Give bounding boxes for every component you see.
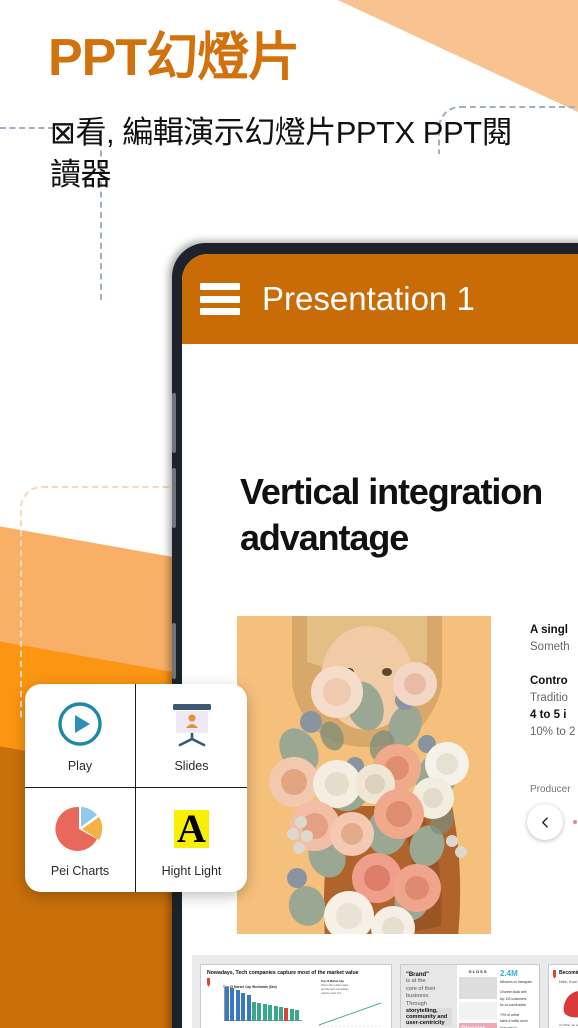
slide-body-text: A singl Someth Contro Traditio 4 to 5 i … bbox=[530, 622, 578, 758]
thumb2-highlight-2: user-centricity bbox=[406, 1020, 452, 1027]
accent-mark-icon bbox=[553, 970, 556, 979]
feature-play-label: Play bbox=[67, 759, 93, 773]
slide-thumbnail-3[interactable]: Becoming a software company Nike, from s… bbox=[548, 964, 578, 1028]
slide-body-heading-2: Contro bbox=[530, 674, 568, 687]
page-subtitle: ⊠看, 編輯演示幻燈片PPTX PPT閱讀器 bbox=[50, 115, 513, 192]
highlight-text-icon: A bbox=[174, 803, 209, 855]
thumb3-title: Becoming a software company bbox=[559, 970, 578, 976]
slide-thumbnail-1[interactable]: Nowadays, Tech companies capture most of… bbox=[200, 964, 392, 1028]
slide-nav bbox=[527, 804, 578, 840]
thumb2-photo-2 bbox=[459, 1002, 497, 1020]
feature-slides-label: Slides bbox=[174, 759, 209, 773]
slide-title: Vertical integration advantage bbox=[240, 471, 543, 559]
thumb2-line-2: business. bbox=[406, 993, 430, 1000]
accent-mark-icon bbox=[207, 978, 210, 987]
chevron-left-icon[interactable] bbox=[527, 804, 563, 840]
play-circle-icon bbox=[56, 698, 104, 750]
slide-body-line-3: 10% to 2 bbox=[530, 726, 576, 739]
phone-screen: Presentation 1 Vertical integration adva… bbox=[182, 254, 578, 1028]
phone-volume-down-button[interactable] bbox=[172, 468, 176, 528]
thumb2-stat-note-2: for co-construction bbox=[500, 1003, 527, 1008]
app-bar: Presentation 1 bbox=[182, 254, 578, 344]
thumb2-stat-note-0: Channel slack with bbox=[500, 990, 527, 995]
thumb2-stat-note-1: top 100 customers bbox=[500, 996, 527, 1001]
thumb2-line-0: is at the bbox=[406, 978, 426, 984]
slide-photo bbox=[237, 616, 491, 934]
thumb2-line-3: Through bbox=[406, 1000, 427, 1007]
thumb2-stat-note-3: 70% of online bbox=[500, 1012, 520, 1017]
feature-pie-charts[interactable]: Pei Charts bbox=[25, 788, 136, 892]
hamburger-icon[interactable] bbox=[200, 283, 240, 315]
feature-pie-charts-label: Pei Charts bbox=[50, 863, 110, 878]
carousel-dots[interactable] bbox=[573, 818, 578, 827]
phone-volume-button[interactable] bbox=[172, 393, 176, 453]
slide-credit: Producer bbox=[530, 784, 571, 795]
thumb2-photo-1 bbox=[459, 977, 497, 999]
slide-body-line-1: Traditio bbox=[530, 691, 568, 704]
presentation-title: Presentation 1 bbox=[262, 280, 475, 317]
feature-highlight[interactable]: A Hight Light bbox=[136, 788, 247, 892]
slide-thumbnail-strip[interactable]: Nowadays, Tech companies capture most of… bbox=[192, 955, 578, 1028]
slide-thumbnail-2[interactable]: "Brand" is at the core of their business… bbox=[400, 964, 540, 1028]
thumb2-stat-note-4: sales & traffic come bbox=[500, 1019, 528, 1024]
phone-power-button[interactable] bbox=[172, 623, 176, 679]
thumb1-callout-text: Top 15 Market Cap This is the market val… bbox=[321, 980, 349, 995]
thumb1-title: Nowadays, Tech companies capture most of… bbox=[207, 970, 359, 976]
presentation-screen-icon bbox=[167, 698, 217, 750]
thumb3-shoe-image bbox=[561, 988, 578, 1020]
thumb2-line-1: core of their bbox=[406, 985, 436, 992]
feature-highlight-label: Hight Light bbox=[161, 863, 222, 878]
thumb1-chart: Top 15 Market Cap Worldwide ($bn) bbox=[217, 985, 303, 1028]
thumb3-captions: At NIKE, we leveraged their shoe product… bbox=[559, 1023, 578, 1028]
thumb2-magazine-name: GLOSS bbox=[468, 969, 488, 974]
thumb1-trend-line bbox=[318, 1002, 382, 1027]
feature-slides[interactable]: Slides bbox=[136, 684, 247, 788]
slide-body-line-2: 4 to 5 i bbox=[530, 709, 567, 721]
page-title: PPT幻燈片 bbox=[48, 29, 300, 87]
feature-card: Play Slides Pei Charts A Hight Light bbox=[25, 684, 247, 892]
phone-mockup: Presentation 1 Vertical integration adva… bbox=[172, 243, 578, 1028]
thumb2-magazine-column: GLOSS Glossier. bbox=[459, 969, 497, 1028]
thumb2-brand-block: Glossier. bbox=[459, 1023, 497, 1028]
promo-screenshot: PPT幻燈片 ⊠看, 編輯演示幻燈片PPTX PPT閱讀器 Presentati… bbox=[0, 0, 578, 1028]
thumb3-subtitle: Nike, from shoe ware to software bbox=[559, 979, 578, 984]
thumb2-quote-panel: "Brand" is at the core of their business… bbox=[401, 965, 457, 1028]
thumb3-caption-left: At NIKE, we leveraged their shoe product… bbox=[559, 1023, 578, 1028]
guide-line-h-left bbox=[0, 127, 54, 129]
pie-chart-icon bbox=[54, 803, 106, 855]
slide-body-heading-1: A singl bbox=[530, 624, 568, 636]
slide-body-text-1: Someth bbox=[530, 641, 570, 654]
feature-play[interactable]: Play bbox=[25, 684, 136, 788]
thumb2-stat-label: followers on Instagram bbox=[500, 980, 533, 984]
thumb2-stat-value: 2.4M bbox=[500, 969, 518, 978]
thumb2-stats: 2.4M followers on Instagram Channel slac… bbox=[500, 970, 536, 1028]
